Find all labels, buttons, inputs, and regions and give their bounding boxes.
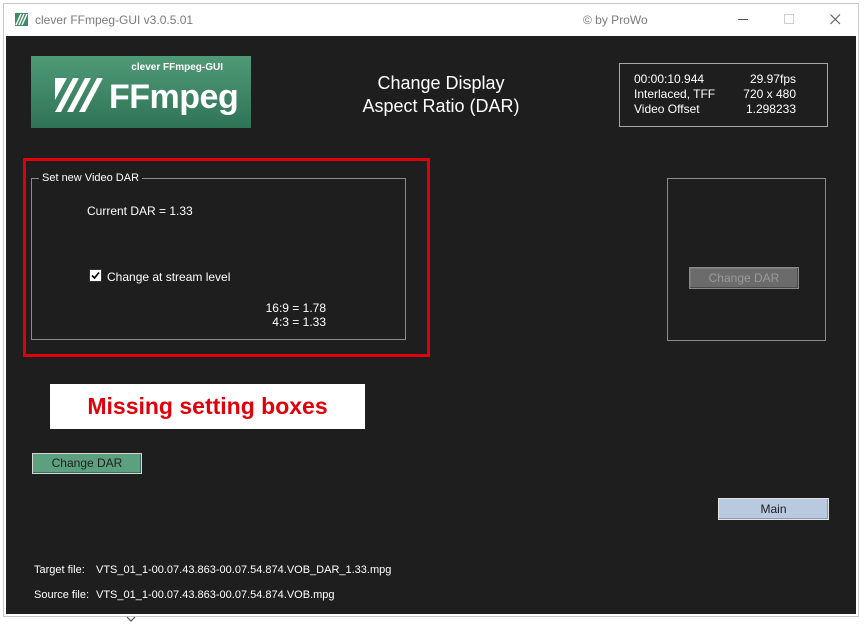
video-info-box: 00:00:10.944 29.97fps Interlaced, TFF 72… — [619, 63, 828, 127]
main-button[interactable]: Main — [718, 498, 829, 520]
change-dar-disabled-button[interactable]: Change DAR — [689, 267, 799, 289]
groupbox-legend: Set new Video DAR — [39, 172, 143, 184]
maximize-icon — [784, 14, 794, 24]
stream-level-checkbox-label[interactable]: Change at stream level — [107, 270, 230, 284]
window-title: clever FFmpeg-GUI v3.0.5.01 — [35, 13, 194, 27]
info-duration: 00:00:10.944 — [634, 72, 705, 86]
info-fps: 29.97fps — [749, 72, 796, 86]
info-offset-label: Video Offset — [634, 102, 700, 116]
info-offset-value: 1.298233 — [745, 102, 796, 116]
ratio-4-3-label: 4:3 = 1.33 — [272, 315, 326, 329]
stream-level-checkbox[interactable] — [89, 269, 102, 282]
logo-text: FFmpeg — [109, 78, 239, 116]
title-bar: clever FFmpeg-GUI v3.0.5.01 © by ProWo — [4, 4, 858, 36]
dar-settings-groupbox — [31, 178, 406, 340]
info-scan: Interlaced, TFF — [634, 87, 716, 101]
missing-settings-annotation: Missing setting boxes — [50, 384, 365, 429]
ffmpeg-logo: clever FFmpeg-GUI FFmpeg — [31, 56, 251, 128]
source-file-value: VTS_01_1-00.07.43.863-00.07.54.874.VOB.m… — [96, 589, 335, 601]
page-title-line1: Change Display — [377, 73, 505, 93]
source-file-label: Source file: — [34, 589, 90, 601]
close-button[interactable] — [813, 4, 859, 35]
target-file-label: Target file: — [34, 564, 85, 576]
client-area: clever FFmpeg-GUI FFmpeg Change Display … — [6, 36, 856, 614]
side-panel — [667, 178, 826, 341]
ffmpeg-logo-icon — [55, 78, 103, 112]
minimize-button[interactable] — [721, 4, 767, 35]
target-file-value: VTS_01_1-00.07.43.863-00.07.54.874.VOB_D… — [96, 564, 392, 576]
page-title-line2: Aspect Ratio (DAR) — [362, 96, 520, 116]
minimize-icon — [738, 19, 748, 20]
info-resolution: 720 x 480 — [743, 87, 796, 101]
app-window: clever FFmpeg-GUI v3.0.5.01 © by ProWo c… — [3, 3, 859, 617]
close-icon — [830, 14, 841, 25]
current-dar-label: Current DAR = 1.33 — [87, 204, 193, 218]
maximize-button[interactable] — [767, 4, 813, 35]
logo-small-text: clever FFmpeg-GUI — [131, 62, 223, 73]
checkmark-icon — [91, 271, 100, 280]
chevron-down-icon — [126, 616, 136, 622]
change-dar-button[interactable]: Change DAR — [32, 453, 142, 474]
page-title: Change Display Aspect Ratio (DAR) — [336, 72, 546, 118]
ratio-16-9-label: 16:9 = 1.78 — [265, 301, 326, 315]
window-copyright: © by ProWo — [583, 13, 648, 27]
ffmpeg-app-icon — [15, 13, 28, 26]
